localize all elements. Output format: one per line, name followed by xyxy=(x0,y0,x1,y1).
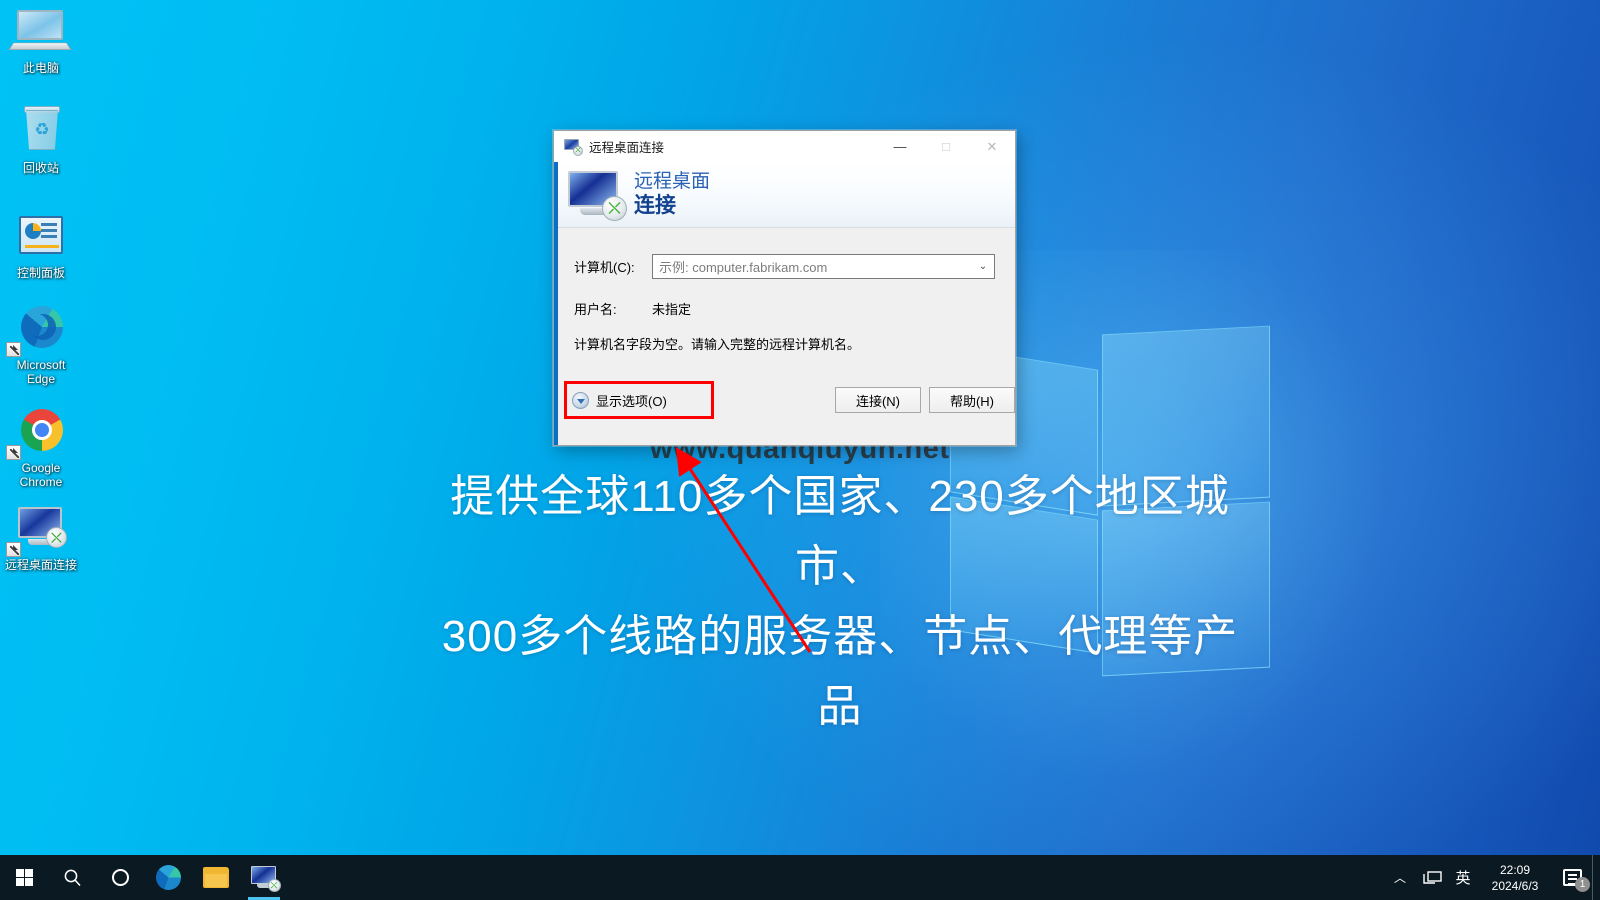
taskbar-cortana-button[interactable] xyxy=(96,855,144,900)
taskbar[interactable]: ⤬ ︿ 英 22:09 2024/6/3 1 xyxy=(0,855,1600,900)
shortcut-arrow-icon xyxy=(6,542,21,557)
username-field-row: 用户名: 未指定 xyxy=(574,299,995,318)
tray-time: 22:09 xyxy=(1499,862,1531,877)
wallpaper-promo-text: 提供全球110多个国家、230多个地区城市、 300多个线路的服务器、节点、代理… xyxy=(420,462,1260,742)
desktop[interactable]: 此电脑 ♻ 回收站 控制面板 Microsoft Edge Google Chr… xyxy=(0,0,1600,900)
rdp-icon: ⤬ xyxy=(0,505,82,557)
folder-icon xyxy=(203,867,229,888)
chevron-down-icon[interactable]: ⌄ xyxy=(972,255,994,278)
rdp-icon: ⤬ xyxy=(250,865,281,892)
maximize-button[interactable]: □ xyxy=(923,131,969,162)
notification-badge: 1 xyxy=(1575,877,1590,892)
dialog-titlebar[interactable]: ⤬ 远程桌面连接 — □ ✕ xyxy=(554,131,1015,162)
rdp-window-icon: ⤬ xyxy=(564,139,583,156)
close-button[interactable]: ✕ xyxy=(969,131,1015,162)
validation-hint-message: 计算机名字段为空。请输入完整的远程计算机名。 xyxy=(574,337,861,352)
edge-icon xyxy=(0,305,82,357)
tray-date: 2024/6/3 xyxy=(1491,878,1539,893)
show-options-toggle[interactable]: 显示选项(O) xyxy=(572,391,667,410)
shortcut-arrow-icon xyxy=(6,445,21,460)
taskbar-edge[interactable] xyxy=(144,855,192,900)
taskbar-search-button[interactable] xyxy=(48,855,96,900)
action-center-button[interactable]: 1 xyxy=(1552,855,1592,900)
desktop-icon-label: 控制面板 xyxy=(16,266,65,280)
desktop-icon-label: 回收站 xyxy=(22,161,59,175)
chrome-icon xyxy=(0,408,82,460)
remote-desktop-connection-dialog[interactable]: ⤬ 远程桌面连接 — □ ✕ ⤬ 远程桌面 连接 计算机(C): 示例: com… xyxy=(553,130,1016,446)
cortana-icon xyxy=(111,869,129,886)
username-label: 用户名: xyxy=(574,302,617,317)
desktop-icon-label: 此电脑 xyxy=(22,61,59,75)
remote-desktop-logo-icon: ⤬ xyxy=(568,170,627,221)
computer-label: 计算机(C): xyxy=(574,260,635,275)
system-tray[interactable]: ︿ 英 22:09 2024/6/3 1 xyxy=(1382,855,1600,900)
dialog-body: 计算机(C): 示例: computer.fabrikam.com ⌄ 用户名:… xyxy=(554,228,1015,353)
computer-input[interactable]: 示例: computer.fabrikam.com xyxy=(653,257,972,276)
desktop-icon-control-panel[interactable]: 控制面板 xyxy=(0,213,82,280)
desktop-icon-label: Google Chrome xyxy=(19,461,63,489)
tray-network-button[interactable] xyxy=(1418,855,1448,900)
desktop-icon-recycle-bin[interactable]: ♻ 回收站 xyxy=(0,106,82,175)
recycle-bin-icon: ♻ xyxy=(0,106,82,158)
help-button[interactable]: 帮助(H) xyxy=(929,387,1015,413)
dialog-title: 远程桌面连接 xyxy=(589,141,665,155)
search-icon xyxy=(64,869,81,887)
promo-line-2: 300多个线路的服务器、节点、代理等产品 xyxy=(441,612,1239,731)
taskbar-rdp[interactable]: ⤬ xyxy=(240,855,288,900)
desktop-icon-google-chrome[interactable]: Google Chrome xyxy=(0,408,82,489)
taskbar-explorer[interactable] xyxy=(192,855,240,900)
edge-icon xyxy=(155,865,181,890)
monitor-icon xyxy=(0,8,82,58)
desktop-icon-label: 远程桌面连接 xyxy=(4,558,77,572)
show-desktop-button[interactable] xyxy=(1592,855,1600,900)
promo-line-1: 提供全球110多个国家、230多个地区城市、 xyxy=(450,472,1230,591)
shortcut-arrow-icon xyxy=(6,342,21,357)
tray-ime-indicator[interactable]: 英 xyxy=(1448,855,1478,900)
computer-combobox[interactable]: 示例: computer.fabrikam.com ⌄ xyxy=(652,254,995,279)
windows-start-icon xyxy=(15,869,33,886)
dialog-footer: 显示选项(O) 连接(N) 帮助(H) xyxy=(554,379,1015,445)
network-icon xyxy=(1423,870,1442,884)
window-controls[interactable]: — □ ✕ xyxy=(877,131,1015,162)
header-title: 连接 xyxy=(634,194,676,217)
minimize-button[interactable]: — xyxy=(877,131,923,162)
desktop-icon-remote-desktop-connection[interactable]: ⤬ 远程桌面连接 xyxy=(0,505,82,572)
show-options-label: 显示选项(O) xyxy=(596,394,667,409)
username-value: 未指定 xyxy=(652,302,692,317)
chevron-down-circle-icon[interactable] xyxy=(572,392,589,409)
dialog-header-band: ⤬ 远程桌面 连接 xyxy=(554,162,1015,228)
desktop-icon-label: Microsoft Edge xyxy=(16,358,66,386)
tray-expand-button[interactable]: ︿ xyxy=(1382,855,1418,900)
control-panel-icon xyxy=(0,213,82,263)
desktop-icon-this-pc[interactable]: 此电脑 xyxy=(0,8,82,75)
computer-field-row: 计算机(C): 示例: computer.fabrikam.com ⌄ xyxy=(574,254,995,279)
tray-clock[interactable]: 22:09 2024/6/3 xyxy=(1478,855,1552,900)
connect-button[interactable]: 连接(N) xyxy=(835,387,921,413)
header-subtitle: 远程桌面 xyxy=(634,171,711,192)
start-button[interactable] xyxy=(0,855,48,900)
desktop-icon-microsoft-edge[interactable]: Microsoft Edge xyxy=(0,305,82,386)
